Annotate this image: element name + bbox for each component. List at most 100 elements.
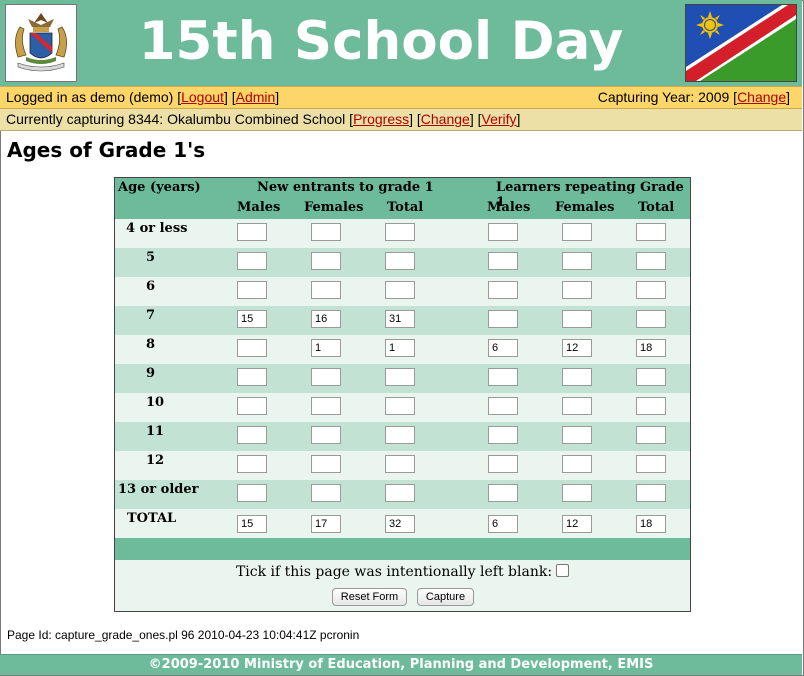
females-rep-input[interactable]: 12 xyxy=(562,515,592,533)
females-new-input[interactable]: 16 xyxy=(311,310,341,328)
females-new-input[interactable] xyxy=(311,397,341,415)
age-row: 4 or less xyxy=(115,219,690,248)
males-new-input[interactable] xyxy=(237,368,267,386)
capture-button[interactable]: Capture xyxy=(417,588,474,606)
total-new-input[interactable] xyxy=(385,368,415,386)
total-rep-input[interactable] xyxy=(636,252,666,270)
total-new-input[interactable] xyxy=(385,484,415,502)
females-new-input[interactable] xyxy=(311,368,341,386)
females-new-input[interactable] xyxy=(311,252,341,270)
females-new-input[interactable]: 17 xyxy=(311,515,341,533)
females-rep-input[interactable] xyxy=(562,310,592,328)
females-rep-input[interactable] xyxy=(562,368,592,386)
age-row: 6 xyxy=(115,277,690,306)
females-rep-input[interactable] xyxy=(562,281,592,299)
age-row-label: 13 or older xyxy=(118,482,199,497)
males-new-input[interactable] xyxy=(237,426,267,444)
age-row-label: TOTAL xyxy=(127,511,177,526)
page-title: Ages of Grade 1's xyxy=(7,138,206,162)
males-new-input[interactable]: 15 xyxy=(237,515,267,533)
females-rep-input[interactable]: 12 xyxy=(562,339,592,357)
males-new-input[interactable]: 15 xyxy=(237,310,267,328)
age-row: 8 1 1 6 12 18 xyxy=(115,335,690,364)
total-new-input[interactable]: 1 xyxy=(385,339,415,357)
age-row: 11 xyxy=(115,422,690,451)
col-males-rep: Males xyxy=(487,200,531,215)
col-males-new: Males xyxy=(237,200,281,215)
females-rep-input[interactable] xyxy=(562,397,592,415)
males-rep-input[interactable] xyxy=(488,484,518,502)
total-rep-input[interactable] xyxy=(636,223,666,241)
females-new-input[interactable] xyxy=(311,455,341,473)
males-new-input[interactable] xyxy=(237,252,267,270)
total-rep-input[interactable] xyxy=(636,426,666,444)
males-new-input[interactable] xyxy=(237,281,267,299)
logout-link[interactable]: Logout xyxy=(181,89,224,105)
males-rep-input[interactable]: 6 xyxy=(488,339,518,357)
new-entrants-header: New entrants to grade 1 xyxy=(257,180,434,195)
females-new-input[interactable] xyxy=(311,426,341,444)
females-rep-input[interactable] xyxy=(562,426,592,444)
females-rep-input[interactable] xyxy=(562,484,592,502)
males-new-input[interactable] xyxy=(237,455,267,473)
reset-form-button[interactable]: Reset Form xyxy=(332,588,407,606)
total-rep-input[interactable] xyxy=(636,281,666,299)
females-new-input[interactable]: 1 xyxy=(311,339,341,357)
total-new-input[interactable] xyxy=(385,426,415,444)
total-new-input[interactable]: 32 xyxy=(385,515,415,533)
males-new-input[interactable] xyxy=(237,397,267,415)
grade-ones-form: Age (years) New entrants to grade 1 Lear… xyxy=(114,177,691,612)
males-rep-input[interactable]: 6 xyxy=(488,515,518,533)
males-new-input[interactable] xyxy=(237,223,267,241)
page-id-text: Page Id: capture_grade_ones.pl 96 2010-0… xyxy=(7,628,360,642)
males-rep-input[interactable] xyxy=(488,368,518,386)
total-new-input[interactable] xyxy=(385,281,415,299)
total-rep-input[interactable] xyxy=(636,397,666,415)
total-rep-input[interactable] xyxy=(636,484,666,502)
males-new-input[interactable] xyxy=(237,484,267,502)
form-header-row: Age (years) New entrants to grade 1 Lear… xyxy=(115,178,690,219)
males-rep-input[interactable] xyxy=(488,223,518,241)
males-rep-input[interactable] xyxy=(488,252,518,270)
age-row-label: 8 xyxy=(146,337,156,352)
males-new-input[interactable] xyxy=(237,339,267,357)
males-rep-input[interactable] xyxy=(488,455,518,473)
total-new-input[interactable]: 31 xyxy=(385,310,415,328)
total-new-input[interactable] xyxy=(385,397,415,415)
login-bar: Logged in as demo (demo) [Logout] [Admin… xyxy=(0,86,802,109)
total-rep-input[interactable]: 18 xyxy=(636,339,666,357)
males-rep-input[interactable] xyxy=(488,310,518,328)
age-row-label: 11 xyxy=(146,424,165,439)
females-rep-input[interactable] xyxy=(562,223,592,241)
age-row-label: 12 xyxy=(146,453,165,468)
females-rep-input[interactable] xyxy=(562,455,592,473)
change-year-link[interactable]: Change xyxy=(737,89,786,105)
age-row-label: 4 or less xyxy=(126,221,188,236)
capture-bar-left: Currently capturing 8344: Okalumbu Combi… xyxy=(6,111,521,127)
total-new-input[interactable] xyxy=(385,223,415,241)
total-rep-input[interactable]: 18 xyxy=(636,515,666,533)
males-rep-input[interactable] xyxy=(488,281,518,299)
total-new-input[interactable] xyxy=(385,455,415,473)
males-rep-input[interactable] xyxy=(488,426,518,444)
total-new-input[interactable] xyxy=(385,252,415,270)
admin-link[interactable]: Admin xyxy=(236,89,276,105)
males-rep-input[interactable] xyxy=(488,397,518,415)
females-rep-input[interactable] xyxy=(562,252,592,270)
logged-in-text: Logged in as demo (demo) xyxy=(6,89,174,105)
age-row: TOTAL 15 17 32 6 12 18 xyxy=(115,509,690,538)
site-header: 15th School Day xyxy=(0,0,802,87)
total-rep-input[interactable] xyxy=(636,368,666,386)
verify-link[interactable]: Verify xyxy=(482,111,517,127)
females-new-input[interactable] xyxy=(311,484,341,502)
progress-link[interactable]: Progress xyxy=(353,111,409,127)
namibia-coat-of-arms-icon xyxy=(5,4,77,82)
capture-bar: Currently capturing 8344: Okalumbu Combi… xyxy=(0,109,802,131)
total-rep-input[interactable] xyxy=(636,310,666,328)
age-row: 10 xyxy=(115,393,690,422)
females-new-input[interactable] xyxy=(311,281,341,299)
blank-page-checkbox[interactable] xyxy=(556,564,570,577)
change-school-link[interactable]: Change xyxy=(421,111,470,127)
total-rep-input[interactable] xyxy=(636,455,666,473)
females-new-input[interactable] xyxy=(311,223,341,241)
